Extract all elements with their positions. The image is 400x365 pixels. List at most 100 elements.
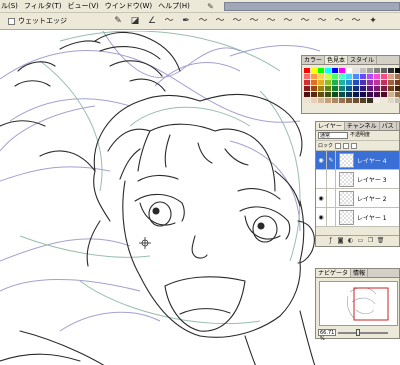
tab-paths[interactable]: パス [380,122,397,130]
color-swatch[interactable] [339,74,345,79]
color-swatch[interactable] [388,98,394,103]
tab-channels[interactable]: チャンネル [345,122,380,130]
eye-off-icon[interactable] [316,169,327,189]
color-swatch[interactable] [381,74,387,79]
color-swatch[interactable] [346,80,352,85]
link-slot[interactable] [327,188,336,208]
color-swatch[interactable] [360,92,366,97]
color-swatch[interactable] [311,80,317,85]
color-swatch[interactable] [388,86,394,91]
color-swatch[interactable] [388,92,394,97]
color-swatch[interactable] [388,80,394,85]
color-swatch[interactable] [388,68,394,73]
color-swatch[interactable] [374,92,380,97]
menu-help[interactable]: ヘルプ(H) [155,0,193,13]
menu-window[interactable]: ウインドウ(W) [102,0,155,13]
color-swatch[interactable] [360,68,366,73]
color-swatch[interactable] [374,68,380,73]
mask-icon[interactable]: ◙ [336,237,345,245]
lock-transparency-checkbox[interactable] [335,142,342,149]
color-swatch[interactable] [374,98,380,103]
curve-icon[interactable]: 〜 [316,16,328,27]
color-swatch[interactable] [360,80,366,85]
color-swatch[interactable] [360,74,366,79]
layer-row[interactable]: ◉ ✎ レイヤー 4 [316,150,399,170]
brush-preset-icon[interactable]: ✦ [367,16,379,27]
curve-icon[interactable]: 〜 [214,16,226,27]
trash-icon[interactable]: 🗑 [376,237,385,245]
color-swatch[interactable] [339,86,345,91]
tab-info[interactable]: 情報 [351,269,369,277]
color-swatch[interactable] [381,98,387,103]
pen-icon[interactable]: ✒ [180,16,192,27]
color-swatch[interactable] [367,80,373,85]
layer-row[interactable]: ◉ レイヤー 1 [316,207,399,227]
lock-image-checkbox[interactable] [343,142,350,149]
color-swatch[interactable] [367,92,373,97]
color-swatch[interactable] [353,80,359,85]
tab-swatches[interactable]: 色見本 [325,56,349,64]
color-swatch[interactable] [304,74,310,79]
color-swatch[interactable] [346,92,352,97]
lock-position-checkbox[interactable] [351,142,358,149]
color-swatch[interactable] [360,86,366,91]
curve-icon[interactable]: 〜 [231,16,243,27]
color-swatch[interactable] [367,86,373,91]
color-swatch[interactable] [346,74,352,79]
color-swatch[interactable] [346,68,352,73]
color-swatch[interactable] [381,92,387,97]
link-slot[interactable] [327,207,336,227]
tab-layers[interactable]: レイヤー [316,122,345,130]
color-swatch[interactable] [332,98,338,103]
color-swatch[interactable] [311,68,317,73]
color-swatch[interactable] [374,86,380,91]
color-swatch[interactable] [304,98,310,103]
color-swatch[interactable] [311,74,317,79]
color-swatch[interactable] [318,86,324,91]
tab-color[interactable]: カラー [302,56,326,64]
color-swatch[interactable] [339,68,345,73]
color-swatch[interactable] [318,98,324,103]
color-swatch[interactable] [395,98,400,103]
eye-icon[interactable]: ◉ [316,188,327,208]
color-swatch[interactable] [395,74,400,79]
curve-icon[interactable]: 〜 [265,16,277,27]
layer-row[interactable]: ◉ レイヤー 2 [316,188,399,208]
color-swatch[interactable] [353,74,359,79]
color-swatch[interactable] [332,92,338,97]
color-swatch[interactable] [374,74,380,79]
color-swatch[interactable] [332,68,338,73]
color-swatch[interactable] [311,92,317,97]
color-swatch[interactable] [353,92,359,97]
folder-icon[interactable]: ▭ [356,237,365,245]
color-swatch[interactable] [332,74,338,79]
menu-view[interactable]: ビュー(V) [65,0,102,13]
curve-icon[interactable]: 〜 [282,16,294,27]
angle-icon[interactable]: ∠ [146,16,158,27]
color-swatch[interactable] [395,68,400,73]
color-swatch[interactable] [367,98,373,103]
eye-icon[interactable]: ◉ [316,150,327,170]
color-swatch[interactable] [339,98,345,103]
color-swatch[interactable] [353,86,359,91]
pencil-icon[interactable]: ✎ [206,2,215,11]
navigator-preview[interactable] [319,281,398,326]
color-swatch[interactable] [318,74,324,79]
color-swatch[interactable] [339,92,345,97]
color-swatch[interactable] [346,86,352,91]
color-swatch[interactable] [311,86,317,91]
color-swatch[interactable] [304,92,310,97]
color-swatch[interactable] [325,80,331,85]
brush-tool-icon[interactable]: ✎ [112,16,124,27]
zoom-field[interactable]: 66.71 % [318,329,336,342]
zoom-knob[interactable] [356,328,360,336]
color-swatch[interactable] [318,92,324,97]
curve-icon[interactable]: 〜 [197,16,209,27]
curve-icon[interactable]: 〜 [333,16,345,27]
new-layer-icon[interactable]: ❐ [366,237,375,245]
menu-select[interactable]: ル(S) [0,0,21,13]
color-swatch[interactable] [332,80,338,85]
color-swatch[interactable] [353,68,359,73]
color-swatch[interactable] [325,86,331,91]
color-swatch[interactable] [325,74,331,79]
